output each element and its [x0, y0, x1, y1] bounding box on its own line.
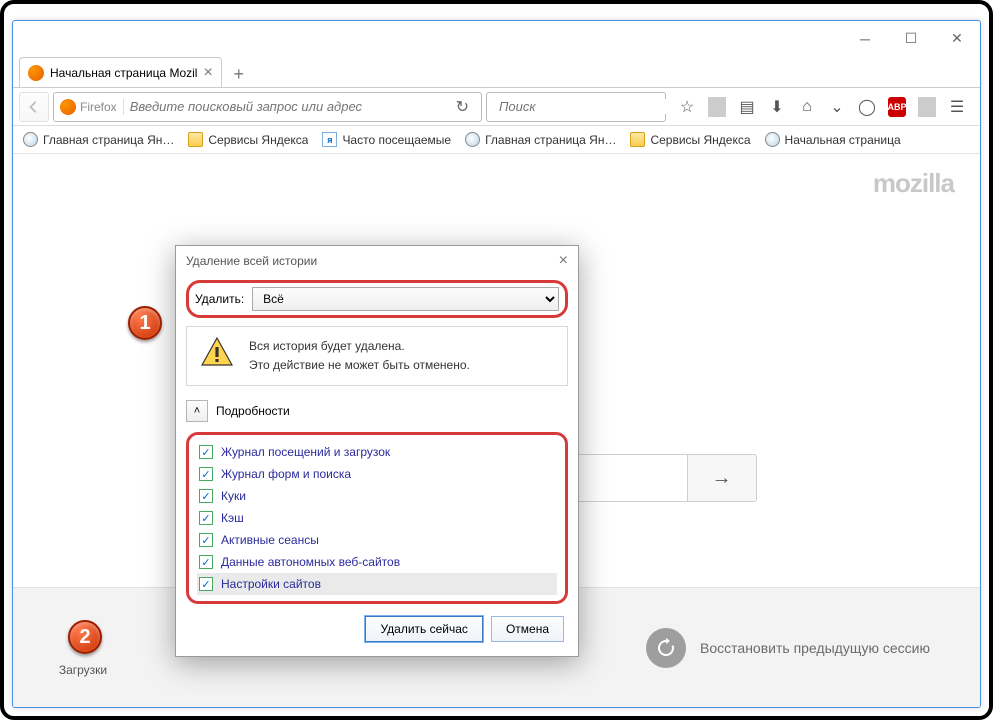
menu-icon[interactable]: ☰ — [948, 97, 966, 117]
details-label: Подробности — [216, 404, 290, 418]
separator — [708, 97, 726, 117]
separator — [918, 97, 936, 117]
pocket-icon[interactable]: ⌄ — [828, 97, 846, 117]
downloads-label: Загрузки — [59, 663, 107, 677]
reader-icon[interactable]: ▤ — [738, 97, 756, 117]
clear-history-dialog: Удаление всей истории × Удалить: Всё Вся… — [175, 245, 579, 657]
identity-box[interactable]: Firefox — [60, 99, 124, 115]
identity-label: Firefox — [80, 100, 117, 114]
check-history[interactable]: ✓Журнал посещений и загрузок — [197, 441, 557, 463]
check-cookies[interactable]: ✓Куки — [197, 485, 557, 507]
adblock-icon[interactable]: ABP — [888, 97, 906, 117]
warning-text: Вся история будет удалена. Это действие … — [249, 337, 470, 375]
bookmark-item[interactable]: яЧасто посещаемые — [322, 132, 451, 147]
navigation-toolbar: Firefox ↻ ☆ ▤ ⬇ ⌂ ⌄ ◯ ABP ☰ — [13, 88, 980, 126]
bookmarks-toolbar: Главная страница Ян… Сервисы Яндекса яЧа… — [13, 126, 980, 154]
dialog-title: Удаление всей истории — [186, 254, 317, 268]
back-button[interactable] — [19, 92, 49, 122]
checkbox-checked-icon: ✓ — [199, 533, 213, 547]
url-input[interactable] — [130, 99, 444, 114]
check-cache[interactable]: ✓Кэш — [197, 507, 557, 529]
checkbox-checked-icon: ✓ — [199, 511, 213, 525]
mozilla-brand: mozilla — [873, 168, 954, 199]
checkbox-checked-icon: ✓ — [199, 555, 213, 569]
folder-icon — [188, 132, 203, 147]
check-offline[interactable]: ✓Данные автономных веб-сайтов — [197, 551, 557, 573]
bookmark-folder[interactable]: Сервисы Яндекса — [188, 132, 308, 147]
checkbox-checked-icon: ✓ — [199, 489, 213, 503]
time-range-label: Удалить: — [195, 292, 244, 306]
globe-icon — [765, 132, 780, 147]
bookmark-item[interactable]: Главная страница Ян… — [465, 132, 616, 147]
dialog-buttons: Удалить сейчас Отмена — [176, 604, 578, 656]
annotation-marker-2: 2 — [68, 620, 102, 654]
firefox-icon — [28, 65, 44, 81]
check-siteprefs[interactable]: ✓Настройки сайтов — [197, 573, 557, 595]
dialog-titlebar: Удаление всей истории × — [176, 246, 578, 276]
new-tab-button[interactable]: + — [224, 61, 254, 87]
check-forms[interactable]: ✓Журнал форм и поиска — [197, 463, 557, 485]
chevron-up-icon[interactable]: ˄ — [186, 400, 208, 422]
bookmark-folder[interactable]: Сервисы Яндекса — [630, 132, 750, 147]
page-icon: я — [322, 132, 337, 147]
tab-active[interactable]: Начальная страница Mozil × — [19, 57, 222, 87]
details-checklist: ✓Журнал посещений и загрузок ✓Журнал фор… — [186, 432, 568, 604]
url-bar[interactable]: Firefox ↻ — [53, 92, 482, 122]
restore-icon — [646, 628, 686, 668]
bookmark-item[interactable]: Начальная страница — [765, 132, 901, 147]
clear-now-button[interactable]: Удалить сейчас — [365, 616, 482, 642]
cancel-button[interactable]: Отмена — [491, 616, 564, 642]
checkbox-checked-icon: ✓ — [199, 577, 213, 591]
checkbox-checked-icon: ✓ — [199, 467, 213, 481]
details-header[interactable]: ˄ Подробности — [186, 396, 568, 426]
search-bar[interactable] — [486, 92, 666, 122]
window-minimize-button[interactable]: ─ — [842, 24, 888, 54]
time-range-select[interactable]: Всё — [252, 287, 559, 311]
arrow-left-icon — [27, 100, 41, 114]
annotation-marker-1: 1 — [128, 306, 162, 340]
firefox-icon — [60, 99, 76, 115]
folder-icon — [630, 132, 645, 147]
homepage-search-button[interactable]: → — [687, 454, 757, 502]
warning-box: Вся история будет удалена. Это действие … — [186, 326, 568, 386]
dialog-close-button[interactable]: × — [559, 252, 568, 270]
tab-title: Начальная страница Mozil — [50, 66, 197, 80]
window-titlebar: ─ ☐ ✕ — [13, 21, 980, 56]
check-sessions[interactable]: ✓Активные сеансы — [197, 529, 557, 551]
restore-session-label: Восстановить предыдущую сессию — [700, 640, 930, 656]
bookmark-item[interactable]: Главная страница Ян… — [23, 132, 174, 147]
tab-close-icon[interactable]: × — [203, 64, 212, 82]
reload-button[interactable]: ↻ — [450, 97, 475, 117]
bookmark-star-icon[interactable]: ☆ — [678, 97, 696, 117]
window-maximize-button[interactable]: ☐ — [888, 24, 934, 54]
downloads-icon[interactable]: ⬇ — [768, 97, 786, 117]
window-close-button[interactable]: ✕ — [934, 24, 980, 54]
checkbox-checked-icon: ✓ — [199, 445, 213, 459]
warning-icon — [201, 337, 233, 367]
search-input[interactable] — [499, 99, 677, 114]
sync-icon[interactable]: ◯ — [858, 97, 876, 117]
toolbar-icons: ☆ ▤ ⬇ ⌂ ⌄ ◯ ABP ☰ — [670, 97, 974, 117]
time-range-row: Удалить: Всё — [186, 280, 568, 318]
tab-bar: Начальная страница Mozil × + — [13, 56, 980, 88]
restore-session-tile[interactable]: Восстановить предыдущую сессию — [646, 628, 930, 668]
globe-icon — [23, 132, 38, 147]
globe-icon — [465, 132, 480, 147]
home-icon[interactable]: ⌂ — [798, 98, 816, 116]
